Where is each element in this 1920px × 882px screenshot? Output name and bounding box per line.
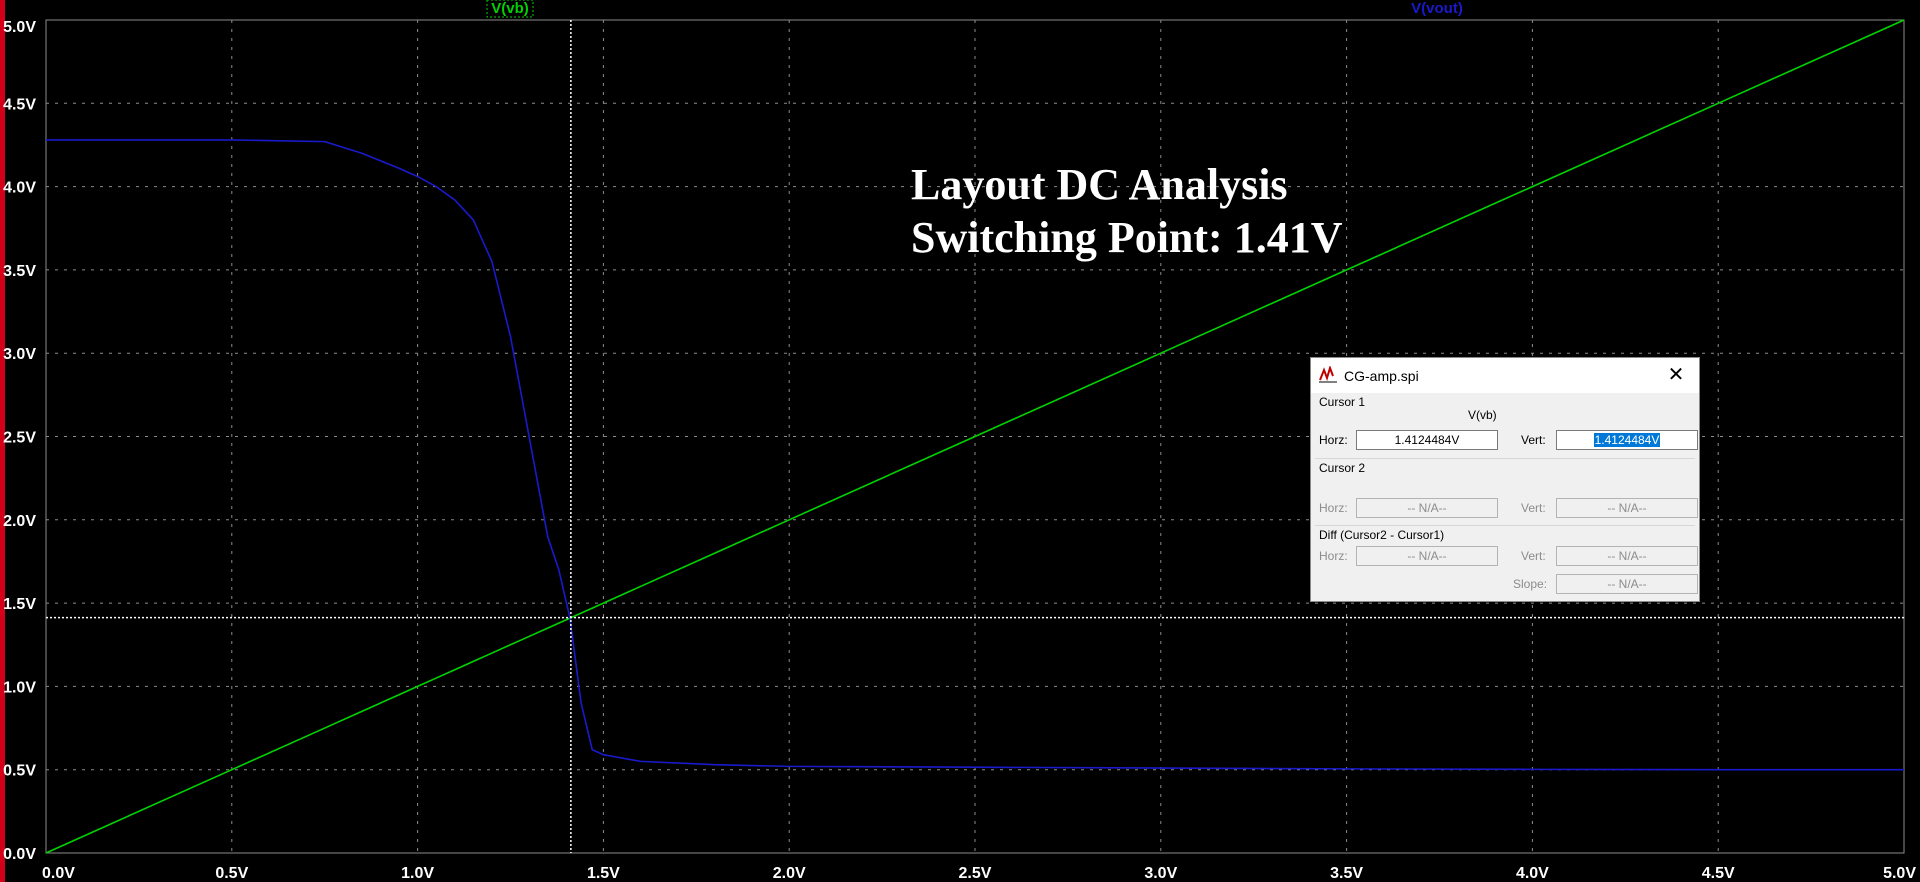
separator <box>1315 458 1695 459</box>
diff-group-label: Diff (Cursor2 - Cursor1) <box>1319 528 1445 542</box>
x-tick-label: 1.0V <box>401 865 434 882</box>
cursor2-horz-label: Horz: <box>1319 501 1348 515</box>
cursor1-vert-value: 1.4124484V <box>1593 433 1661 447</box>
diff-horz-field[interactable]: -- N/A-- <box>1356 546 1498 566</box>
cursor-dialog[interactable]: CG-amp.spi ✕ Cursor 1 V(vb) Horz: 1.4124… <box>1310 357 1700 602</box>
x-tick-label: 1.5V <box>587 865 620 882</box>
diff-horz-label: Horz: <box>1319 549 1348 563</box>
x-tick-label: 3.5V <box>1330 865 1363 882</box>
x-tick-label: 0.5V <box>215 865 248 882</box>
y-tick-label: 0.5V <box>3 763 36 780</box>
y-tick-label: 0.0V <box>3 846 36 863</box>
y-tick-label: 1.0V <box>3 679 36 696</box>
y-tick-label: 3.5V <box>3 263 36 280</box>
y-tick-label: 3.0V <box>3 346 36 363</box>
dialog-title: CG-amp.spi <box>1344 368 1419 384</box>
cursor2-vert-label: Vert: <box>1521 501 1546 515</box>
cursor1-trace-name: V(vb) <box>1468 408 1497 422</box>
cursor1-horz-label: Horz: <box>1319 433 1348 447</box>
dialog-titlebar[interactable]: CG-amp.spi ✕ <box>1311 358 1699 393</box>
cursor1-vert-label: Vert: <box>1521 433 1546 447</box>
trace-label-vout[interactable]: V(vout) <box>1411 0 1463 17</box>
x-tick-label: 5.0V <box>1883 865 1916 882</box>
x-axis-ticks: 0.0V 0.5V 1.0V 1.5V 2.0V 2.5V 3.0V 3.5V 4.0V 4.5V… <box>42 865 1916 882</box>
x-tick-label: 2.5V <box>959 865 992 882</box>
y-axis-ticks: 0.0V 0.5V 1.0V 1.5V 2.0V 2.5V 3.0V 3.5V 4.0V 4.5V… <box>3 19 36 863</box>
diff-vert-field[interactable]: -- N/A-- <box>1556 546 1698 566</box>
x-tick-label: 0.0V <box>42 865 75 882</box>
annotation-line-1: Layout DC Analysis <box>911 160 1288 209</box>
x-tick-label: 3.0V <box>1144 865 1177 882</box>
y-tick-label: 2.0V <box>3 513 36 530</box>
trace-label-vb[interactable]: V(vb) <box>491 0 529 17</box>
y-tick-label: 5.0V <box>3 19 36 36</box>
x-tick-label: 2.0V <box>773 865 806 882</box>
x-tick-label: 4.0V <box>1516 865 1549 882</box>
ltspice-icon <box>1319 366 1337 383</box>
cursor2-group-label: Cursor 2 <box>1319 461 1366 475</box>
diff-vert-label: Vert: <box>1521 549 1546 563</box>
y-tick-label: 2.5V <box>3 430 36 447</box>
close-icon[interactable]: ✕ <box>1663 362 1689 388</box>
separator <box>1315 525 1695 526</box>
y-tick-label: 1.5V <box>3 596 36 613</box>
annotation-line-2: Switching Point: 1.41V <box>911 213 1343 262</box>
x-tick-label: 4.5V <box>1702 865 1735 882</box>
diff-slope-label: Slope: <box>1513 577 1548 591</box>
diff-slope-field[interactable]: -- N/A-- <box>1556 574 1698 594</box>
cursor2-horz-field[interactable]: -- N/A-- <box>1356 498 1498 518</box>
y-tick-label: 4.0V <box>3 180 36 197</box>
cursor1-group-label: Cursor 1 <box>1319 395 1366 409</box>
cursor1-vert-field[interactable]: 1.4124484V <box>1556 430 1698 450</box>
y-tick-label: 4.5V <box>3 96 36 113</box>
cursor2-vert-field[interactable]: -- N/A-- <box>1556 498 1698 518</box>
cursor1-horz-field[interactable]: 1.4124484V <box>1356 430 1498 450</box>
